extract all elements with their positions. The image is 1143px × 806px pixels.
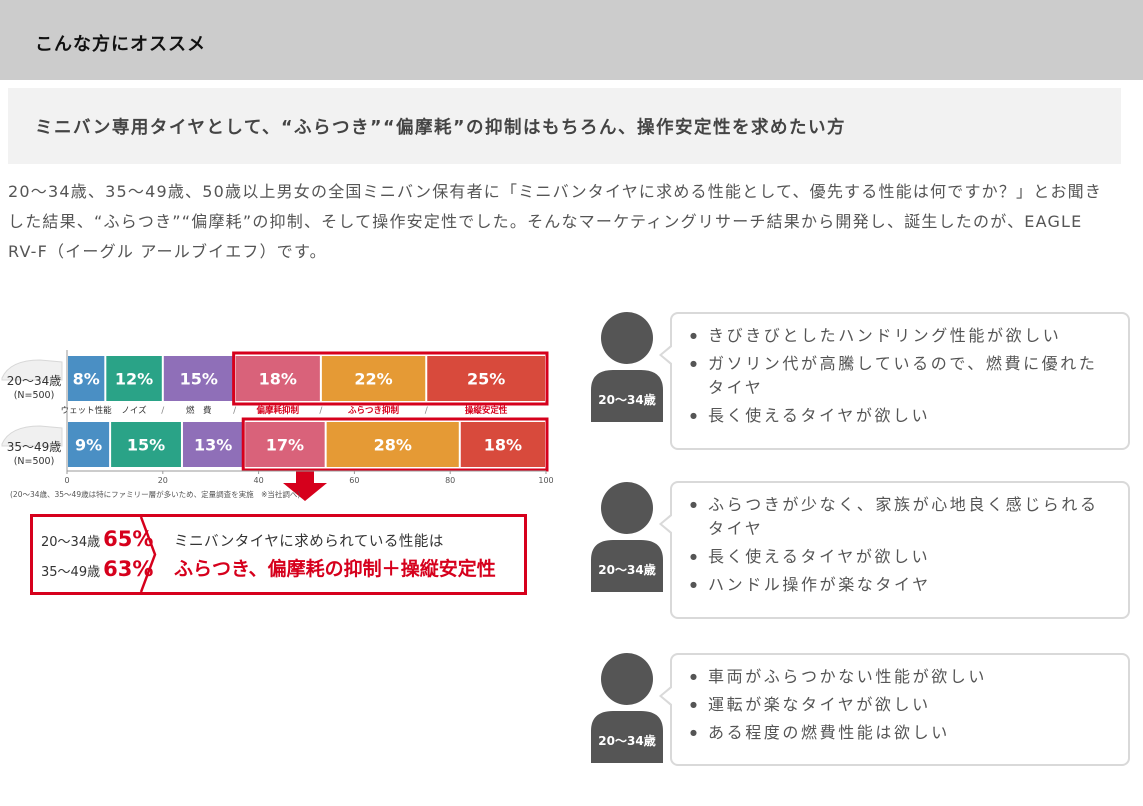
series-label: ノイズ (121, 405, 147, 416)
summary-plus: ＋ (381, 558, 401, 580)
bar-value-label: 15% (127, 436, 165, 455)
persona-avatar-3: 20〜34歳 (591, 653, 663, 763)
persona-bubble-1: きびきびとしたハンドリング性能が欲しい ガソリン代が高騰しているので、燃費に優れ… (659, 312, 1130, 450)
persona-need: 運転が楽なタイヤが欲しい (688, 693, 1114, 717)
x-tick-label: 40 (254, 476, 264, 485)
summary-box: 20〜34歳 65% 35〜49歳 63% ミニバンタイヤに求められている性能は ふ… (30, 514, 527, 595)
bar-value-label: 18% (484, 436, 522, 455)
series-label: ふらつき抑制 (348, 405, 400, 416)
persona-avatar-1: 20〜34歳 (591, 312, 663, 422)
bar-value-label: 28% (374, 436, 412, 455)
series-separator: / (161, 406, 165, 416)
category-n-label: (N=500) (14, 390, 55, 401)
series-separator: / (319, 406, 323, 416)
persona-age-label: 20〜34歳 (598, 392, 656, 407)
persona-age-label: 20〜34歳 (598, 733, 656, 748)
bar-value-label: 18% (259, 370, 297, 389)
bar-value-label: 25% (467, 370, 505, 389)
stacked-bar-chart: 20〜34歳 (N=500) 35〜49歳 (N=500) 8% 12% 15% 18% 22%… (1, 350, 554, 501)
summary-row-pct: 63% (103, 557, 154, 581)
subhead-text: ミニバン専用タイヤとして、“ふらつき”“偏摩耗”の抑制はもちろん、操作安定性を求… (35, 118, 846, 138)
persona-age-label: 20〜34歳 (598, 562, 656, 577)
bubble-tail (659, 344, 673, 366)
persona-need: 長く使えるタイヤが欲しい (688, 404, 1114, 428)
category-label: 35〜49歳 (7, 440, 62, 454)
summary-row-pct: 65% (103, 527, 154, 551)
bubble-tail (659, 685, 673, 707)
persona-need: 長く使えるタイヤが欲しい (688, 545, 1114, 569)
x-tick-label: 20 (158, 476, 168, 485)
bar-value-label: 12% (115, 370, 153, 389)
bar-value-label: 22% (354, 370, 392, 389)
summary-headline-b: 操縦安定性 (400, 558, 496, 580)
persona-bubble-2: ふらつきが少なく、家族が心地良く感じられるタイヤ 長く使えるタイヤが欲しい ハン… (659, 481, 1130, 619)
bar-value-label: 13% (194, 436, 232, 455)
x-tick-label: 60 (349, 476, 359, 485)
x-tick-label: 80 (445, 476, 455, 485)
series-label: 燃 費 (186, 405, 212, 416)
section-title: こんな方にオススメ (35, 34, 206, 55)
series-separator: / (233, 406, 237, 416)
series-label: 操縦安定性 (465, 405, 508, 416)
bar-value-label: 15% (180, 370, 218, 389)
intro-paragraph: 20～34歳、35～49歳、50歳以上男女の全国ミニバン保有者に「ミニバンタイヤ… (8, 182, 1103, 261)
persona-avatar-2: 20〜34歳 (591, 482, 663, 592)
summary-row-1: 20〜34歳 65% (41, 527, 153, 551)
arrow-shaft (296, 470, 314, 484)
summary-row-label: 35〜49歳 (41, 565, 101, 580)
x-tick-label: 100 (538, 476, 553, 485)
x-tick-label: 0 (64, 476, 69, 485)
category-n-label: (N=500) (14, 456, 55, 467)
persona-bubble-3: 車両がふらつかない性能が欲しい 運転が楽なタイヤが欲しい ある程度の燃費性能は欲… (659, 653, 1130, 766)
bubble-tail (659, 513, 673, 535)
persona-need: ある程度の燃費性能は欲しい (688, 721, 1114, 745)
chart-footnote: (20〜34歳、35〜49歳は特にファミリー層が多いため、定量調査を実施 ※当社… (10, 489, 300, 499)
bar-value-label: 8% (73, 370, 100, 389)
summary-row-label: 20〜34歳 (41, 535, 101, 550)
persona-need: ガソリン代が高騰しているので、燃費に優れたタイヤ (688, 352, 1114, 400)
series-label: 偏摩耗抑制 (257, 405, 300, 416)
bar-value-label: 17% (266, 436, 304, 455)
summary-headline-a: ふらつき、偏摩耗の抑制 (174, 558, 382, 580)
persona-need: きびきびとしたハンドリング性能が欲しい (688, 324, 1114, 348)
summary-headline: ふらつき、偏摩耗の抑制＋操縦安定性 (174, 554, 496, 581)
summary-caption: ミニバンタイヤに求められている性能は (174, 534, 444, 550)
bar-value-label: 9% (75, 436, 102, 455)
persona-need: ふらつきが少なく、家族が心地良く感じられるタイヤ (688, 493, 1114, 541)
summary-row-2: 35〜49歳 63% (41, 557, 153, 581)
persona-need: ハンドル操作が楽なタイヤ (688, 573, 1114, 597)
persona-need: 車両がふらつかない性能が欲しい (688, 665, 1114, 689)
category-label: 20〜34歳 (7, 374, 62, 388)
subhead-box: ミニバン専用タイヤとして、“ふらつき”“偏摩耗”の抑制はもちろん、操作安定性を求… (8, 88, 1121, 164)
header-bar: こんな方にオススメ (0, 0, 1143, 80)
series-separator: / (425, 406, 429, 416)
